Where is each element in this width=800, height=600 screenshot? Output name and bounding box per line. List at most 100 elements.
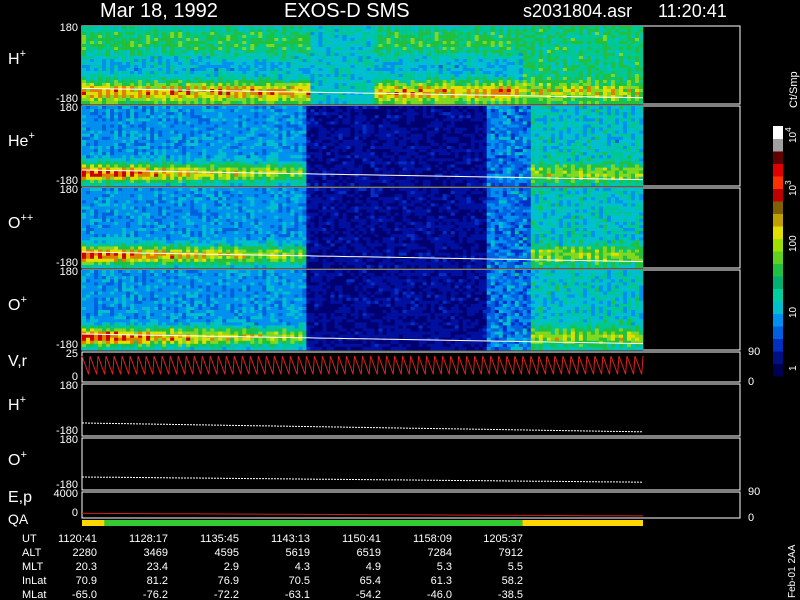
spectrogram-cell (114, 59, 119, 63)
spectrogram-cell (178, 59, 183, 63)
spectrogram-cell (110, 89, 115, 93)
spectrogram-cell (522, 56, 528, 60)
spectrogram-cell (122, 74, 127, 78)
spectrogram-cell (158, 29, 163, 33)
spectrogram-cell (578, 71, 584, 75)
panel-2: 180-180He+ (8, 102, 741, 187)
spectrogram-cell (310, 86, 315, 90)
spectrogram-cell (378, 80, 383, 84)
spectrogram-cell (230, 136, 235, 141)
spectrogram-cell (286, 50, 291, 54)
spectrogram-cell (226, 83, 231, 87)
spectrogram-cell (350, 50, 355, 54)
spectrogram-cell (298, 41, 303, 45)
spectrogram-cell (270, 152, 275, 156)
spectrogram-cell (294, 59, 299, 63)
spectrogram-cell (378, 26, 383, 30)
spectrogram-cell (430, 59, 435, 63)
spectrogram-cell (98, 124, 103, 128)
spectrogram-cell (154, 161, 159, 165)
spectrogram-cell (254, 50, 259, 54)
spectrogram-cell (198, 83, 203, 87)
spectrogram-cell (170, 44, 175, 48)
spectrogram-cell (282, 62, 287, 66)
spectrogram-cell (166, 80, 171, 84)
spectrogram-cell (234, 112, 239, 116)
spectrogram-cell (362, 29, 367, 33)
spectrogram-cell (94, 101, 99, 105)
spectrogram-cell (566, 83, 572, 87)
spectrogram-cell (634, 74, 640, 78)
spectrogram-cell (574, 74, 580, 78)
spectrogram-cell (530, 53, 536, 57)
spectrogram-cell (178, 167, 183, 171)
spectrogram-cell (130, 95, 135, 99)
spectrogram-cell (434, 74, 439, 78)
spectrogram-cell (198, 155, 203, 159)
spectrogram-cell (374, 101, 379, 105)
spectrogram-cell (582, 41, 588, 45)
spectrogram-cell (230, 118, 235, 122)
spectrogram-cell (122, 95, 127, 99)
spectrogram-cell (426, 86, 431, 90)
spectrogram-cell (286, 38, 291, 42)
spectrogram-cell (110, 53, 115, 57)
spectrogram-cell (538, 29, 544, 33)
spectrogram-cell (498, 89, 504, 93)
spectrogram-cell (234, 167, 239, 171)
spectrogram-cell (218, 41, 223, 45)
spectrogram-cell (314, 53, 319, 57)
spectrogram-cell (406, 62, 411, 66)
spectrogram-cell (170, 167, 175, 171)
spectrogram-cell (254, 32, 259, 36)
spectrogram-cell (622, 26, 628, 30)
spectrogram-cell (586, 74, 592, 78)
spectrogram-cell (118, 179, 123, 184)
spectrogram-cell (198, 106, 203, 110)
spectrogram-cell (310, 26, 315, 30)
spectrogram-cell (254, 146, 259, 150)
spectrogram-cell (278, 139, 283, 144)
spectrogram-cell (118, 124, 123, 128)
spectrogram-cell (614, 68, 620, 72)
spectrogram-cell (154, 127, 159, 131)
spectrogram-cell (202, 86, 207, 90)
spectrogram-cell (218, 121, 223, 125)
spectrogram-cell (230, 121, 235, 125)
spectrogram-cell (526, 71, 532, 75)
spectrogram-cell (114, 161, 119, 165)
spectrogram-cell (478, 62, 484, 66)
spectrogram-cell (462, 29, 467, 33)
spectrogram-cell (570, 68, 576, 72)
spectrogram-cell (158, 83, 163, 87)
spectrogram-cell (102, 35, 107, 39)
spectrogram-cell (398, 71, 403, 75)
spectrogram-cell (274, 59, 279, 63)
spectrogram-cell (202, 161, 207, 165)
spectrogram-cell (274, 106, 279, 110)
spectrogram-cell (566, 50, 572, 54)
spectrogram-cell (94, 124, 99, 128)
spectrogram-cell (498, 92, 504, 96)
spectrogram-cell (242, 77, 247, 81)
spectrogram-cell (258, 41, 263, 45)
spectrogram-cell (190, 83, 195, 87)
spectrogram-cell (242, 149, 247, 153)
spectrogram-cell (318, 59, 323, 63)
spectrogram-cell (270, 118, 275, 122)
spectrogram-cell (502, 83, 508, 87)
spectrogram-cell (438, 74, 443, 78)
spectrogram-cell (150, 101, 155, 105)
spectrogram-cell (378, 65, 383, 69)
spectrogram-cell (482, 86, 488, 90)
spectrogram-cell (346, 50, 351, 54)
spectrogram-cell (322, 62, 327, 66)
spectrogram-cell (446, 29, 451, 33)
spectrogram-cell (618, 38, 624, 42)
spectrogram-cell (250, 118, 255, 122)
spectrogram-cell (486, 77, 492, 81)
spectrogram-cell (266, 38, 271, 42)
spectrogram-cell (182, 50, 187, 54)
spectrogram-cell (174, 167, 179, 171)
spectrogram-cell (262, 179, 267, 184)
